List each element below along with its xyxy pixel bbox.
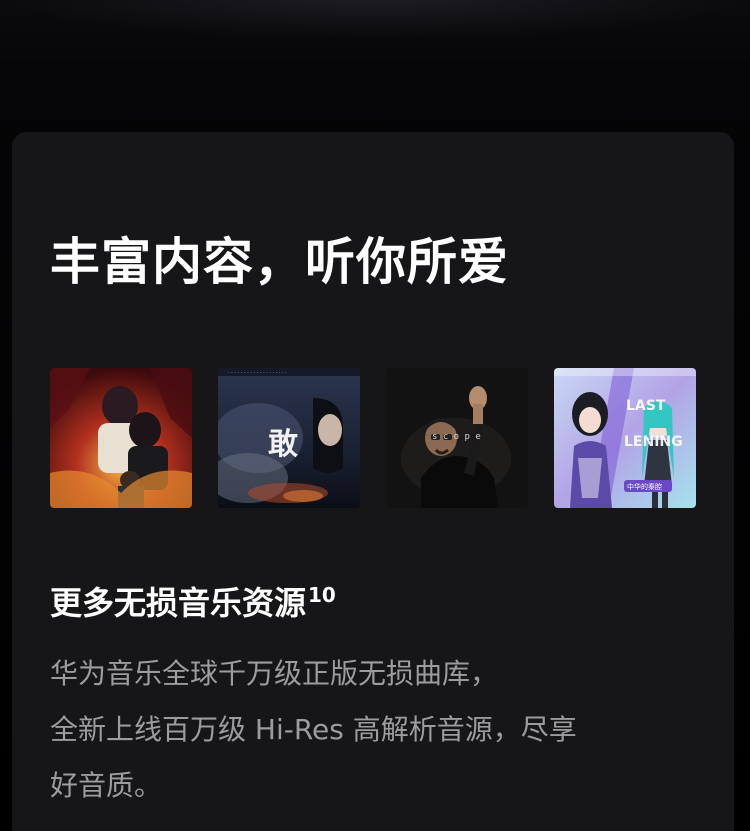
cover-2-glyph: 敢 <box>268 427 298 462</box>
top-gradient <box>0 0 750 40</box>
description: 华为音乐全球千万级正版无损曲库， 全新上线百万级 Hi-Res 高解析音源，尽享… <box>50 646 690 814</box>
album-cover-3[interactable]: s c o p e <box>386 368 528 508</box>
subtitle-text: 更多无损音乐资源 <box>50 584 307 622</box>
description-line-2: 全新上线百万级 Hi-Res 高解析音源，尽享 <box>50 713 577 746</box>
footnote-marker: 10 <box>308 583 336 607</box>
page: 丰富内容，听你所爱 · · · · · · · · · · · · · · · … <box>0 0 750 831</box>
svg-text:· · · · · · · · · · · · · · ·: · · · · · · · · · · · · · · · · · · · <box>228 370 287 376</box>
album-cover-1[interactable] <box>50 368 192 508</box>
svg-text:s c o p e: s c o p e <box>432 432 481 442</box>
svg-text:LENING: LENING <box>624 434 683 450</box>
svg-text:LAST: LAST <box>626 398 666 414</box>
album-cover-4[interactable]: LAST LENING 中华的秦腔 <box>554 368 696 508</box>
album-cover-2[interactable]: · · · · · · · · · · · · · · · · · · · 敢 <box>218 368 360 508</box>
subtitle: 更多无损音乐资源 10 <box>50 572 336 626</box>
description-line-3: 好音质。 <box>50 769 163 802</box>
section-title: 丰富内容，听你所爱 <box>50 233 509 291</box>
cover-4-label: 中华的秦腔 <box>627 482 662 491</box>
album-cover-row: · · · · · · · · · · · · · · · · · · · 敢 <box>50 368 696 508</box>
description-line-1: 华为音乐全球千万级正版无损曲库， <box>50 657 499 690</box>
content-card: 丰富内容，听你所爱 · · · · · · · · · · · · · · · … <box>12 132 734 831</box>
